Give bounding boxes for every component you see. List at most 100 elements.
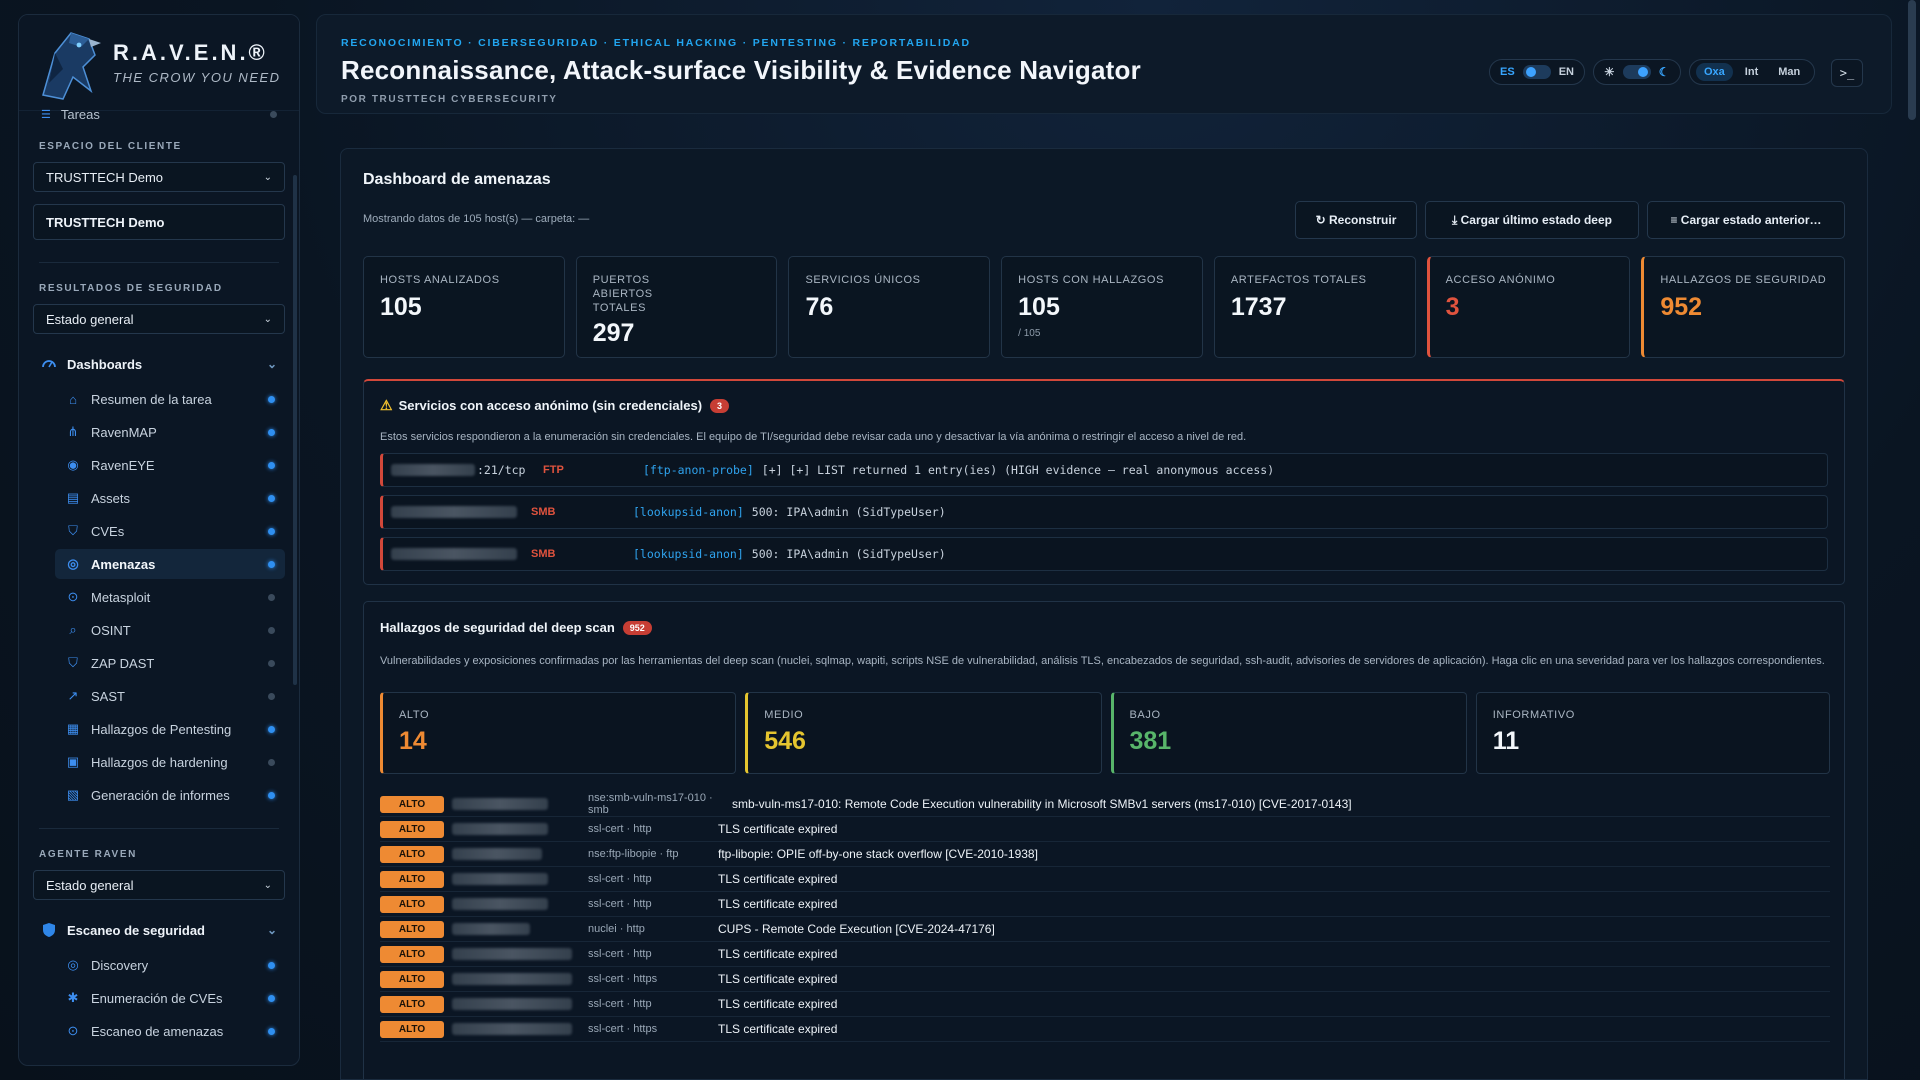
- status-dot: [268, 494, 275, 502]
- dashboards-group-label: Dashboards: [67, 356, 143, 372]
- severity-card-medium[interactable]: MEDIO 546: [745, 692, 1102, 774]
- sidebar-item-zap-dast[interactable]: ⛉ ZAP DAST: [55, 648, 285, 678]
- stats-row: HOSTS ANALIZADOS 105 PUERTOS ABIERTOS TO…: [363, 256, 1846, 358]
- sidebar-item-ravenmap[interactable]: ⋔ RavenMAP: [55, 417, 285, 447]
- finding-row[interactable]: ALTO ssl-cert · http TLS certificate expir…: [380, 892, 1830, 917]
- sidebar-item-tareas[interactable]: ☰ Tareas: [19, 107, 299, 121]
- severity-card-info[interactable]: INFORMATIVO 11: [1475, 692, 1830, 774]
- scan-list: ◎ Discovery ✱ Enumeración de CVEs ⊙ Escaneo d…: [19, 950, 299, 1046]
- scan-group-toggle[interactable]: Escaneo de seguridad ⌄: [33, 918, 285, 942]
- chevron-up-icon: ⌄: [266, 357, 277, 371]
- anon-evidence: 500: IPA\admin (SidTypeUser): [751, 547, 946, 561]
- mode-int-button[interactable]: Int: [1737, 63, 1766, 81]
- severity-cards: ALTO 14 MEDIO 546 BAJO 381 INFORMATIVO 1…: [380, 692, 1830, 774]
- sidebar-item-label: Tareas: [60, 107, 100, 121]
- sidebar-item-metasploit[interactable]: ⊙ Metasploit: [55, 582, 285, 612]
- sidebar-item-cves[interactable]: ⛉ CVEs: [55, 516, 285, 546]
- mode-man-button[interactable]: Man: [1770, 63, 1808, 81]
- rebuild-button[interactable]: ↻ Reconstruir: [1295, 201, 1417, 239]
- chevron-up-icon: ⌄: [266, 923, 277, 937]
- severity-card-low[interactable]: BAJO 381: [1110, 692, 1467, 774]
- sidebar-item-hallazgos-de-pentesting[interactable]: ▦ Hallazgos de Pentesting: [55, 714, 285, 744]
- finding-row[interactable]: ALTO ssl-cert · http TLS certificate expir…: [380, 992, 1830, 1017]
- anonymous-access-panel: ⚠ Servicios con acceso anónimo (sin cred…: [363, 379, 1845, 585]
- terminal-button[interactable]: >_: [1831, 59, 1863, 87]
- network-icon: ⋔: [67, 424, 79, 439]
- severity-value: 14: [399, 727, 427, 755]
- sidebar-item-hallazgos-de-hardening[interactable]: ▣ Hallazgos de hardening: [55, 747, 285, 777]
- redacted-host: [391, 506, 517, 518]
- status-dot: [268, 725, 275, 733]
- finding-row[interactable]: ALTO ssl-cert · https TLS certificate expi…: [380, 967, 1830, 992]
- eye-icon: ◉: [67, 457, 79, 472]
- sidebar-item-generación-de-informes[interactable]: ▧ Generación de informes: [55, 780, 285, 810]
- anon-service-row[interactable]: :21/tcp FTP [ftp-anon-probe] [+] [+] LIS…: [380, 453, 1828, 487]
- lang-es-label: ES: [1500, 66, 1515, 78]
- severity-card-high[interactable]: ALTO 14: [380, 692, 737, 774]
- anon-probe: [lookupsid-anon]: [633, 547, 744, 561]
- finding-source: ssl-cert · http: [588, 873, 652, 885]
- chevron-down-icon: ⌄: [263, 171, 272, 183]
- mode-oxa-button[interactable]: Oxa: [1696, 63, 1733, 81]
- stat-label: HALLAZGOS DE SEGURIDAD: [1660, 274, 1827, 286]
- sidebar-item-raveneye[interactable]: ◉ RavenEYE: [55, 450, 285, 480]
- brand-logo[interactable]: R.A.V.E.N.® THE CROW YOU NEED: [19, 15, 299, 111]
- finding-row[interactable]: ALTO ssl-cert · http TLS certificate expir…: [380, 867, 1830, 892]
- scan-group-label: Escaneo de seguridad: [67, 922, 205, 938]
- stat-value: 76: [805, 293, 834, 321]
- sidebar-item-amenazas[interactable]: ◎ Amenazas: [55, 549, 285, 579]
- client-name-field[interactable]: TRUSTTECH Demo: [33, 204, 285, 240]
- shield-icon: ⛉: [68, 523, 78, 538]
- deep-scan-description: Vulnerabilidades y exposiciones confirma…: [380, 655, 1825, 667]
- anon-service-row[interactable]: SMB [lookupsid-anon] 500: IPA\admin (Sid…: [380, 495, 1828, 529]
- dashboards-group-toggle[interactable]: Dashboards ⌄: [33, 352, 285, 376]
- severity-badge: ALTO: [380, 895, 444, 913]
- finding-row[interactable]: ALTO nuclei · http CUPS - Remote Code Exec…: [380, 917, 1830, 942]
- results-select[interactable]: Estado general ⌄: [33, 304, 285, 334]
- load-last-state-button[interactable]: ⤓ Cargar último estado deep: [1425, 201, 1639, 239]
- stat-subvalue: / 105: [1018, 328, 1041, 339]
- report-icon: ▦: [66, 721, 80, 736]
- stat-card-security-findings[interactable]: HALLAZGOS DE SEGURIDAD 952: [1641, 256, 1846, 358]
- header-byline: POR TRUSTTECH CYBERSECURITY: [341, 94, 558, 105]
- sidebar-item-resumen-de-la-tarea[interactable]: ⌂ Resumen de la tarea: [55, 384, 285, 414]
- sidebar-scrollbar[interactable]: [293, 175, 297, 685]
- load-previous-state-button[interactable]: ≡ Cargar estado anterior…: [1647, 201, 1845, 239]
- theme-switch[interactable]: [1622, 65, 1651, 79]
- client-select[interactable]: TRUSTTECH Demo ⌄: [33, 162, 285, 192]
- redacted-host: [452, 848, 542, 860]
- redacted-host: [452, 1023, 572, 1035]
- finding-row[interactable]: ALTO nse:smb-vuln-ms17-010 · smb smb-vuln-…: [380, 792, 1830, 817]
- finding-row[interactable]: ALTO nse:ftp-libopie · ftp ftp-libopie: OP…: [380, 842, 1830, 867]
- results-section-label: RESULTADOS DE SEGURIDAD: [39, 283, 223, 294]
- stat-card-anonymous[interactable]: ACCESO ANÓNIMO 3: [1426, 256, 1631, 358]
- finding-row[interactable]: ALTO ssl-cert · http TLS certificate expir…: [380, 817, 1830, 842]
- severity-label: BAJO: [1129, 709, 1161, 721]
- stat-label: ACCESO ANÓNIMO: [1445, 274, 1556, 286]
- theme-toggle[interactable]: ☀ ☾: [1593, 59, 1681, 85]
- severity-value: 546: [764, 727, 806, 755]
- anon-service-row[interactable]: SMB [lookupsid-anon] 500: IPA\admin (Sid…: [380, 537, 1828, 571]
- sidebar-item-escaneo-de-amenazas[interactable]: ⊙ Escaneo de amenazas: [55, 1016, 285, 1046]
- agent-section-label: AGENTE RAVEN: [39, 849, 137, 860]
- divider: [39, 262, 279, 263]
- language-switch[interactable]: [1522, 65, 1551, 79]
- sidebar-item-assets[interactable]: ▤ Assets: [55, 483, 285, 513]
- agent-select[interactable]: Estado general ⌄: [33, 870, 285, 900]
- bug-icon: ✱: [67, 990, 79, 1005]
- sidebar-item-label: RavenMAP: [91, 424, 157, 440]
- sidebar-item-sast[interactable]: ↗ SAST: [55, 681, 285, 711]
- deep-scan-findings-panel: Hallazgos de seguridad del deep scan 952…: [363, 601, 1845, 1079]
- warning-icon: ⚠: [380, 397, 393, 413]
- chart-icon: ↗: [67, 688, 79, 703]
- page-scrollbar[interactable]: [1908, 0, 1916, 120]
- finding-row[interactable]: ALTO ssl-cert · http TLS certificate expir…: [380, 942, 1830, 967]
- finding-source: ssl-cert · https: [588, 973, 658, 985]
- finding-row[interactable]: ALTO ssl-cert · https TLS certificate expi…: [380, 1017, 1830, 1042]
- stat-value: 105: [1018, 293, 1060, 321]
- sidebar-item-enumeración-de-cves[interactable]: ✱ Enumeración de CVEs: [55, 983, 285, 1013]
- sidebar-item-discovery[interactable]: ◎ Discovery: [55, 950, 285, 980]
- sidebar-item-osint[interactable]: ⌕ OSINT: [55, 615, 285, 645]
- stat-card-ports: PUERTOS ABIERTOS TOTALES 297: [575, 256, 778, 358]
- language-toggle[interactable]: ES EN: [1489, 59, 1585, 85]
